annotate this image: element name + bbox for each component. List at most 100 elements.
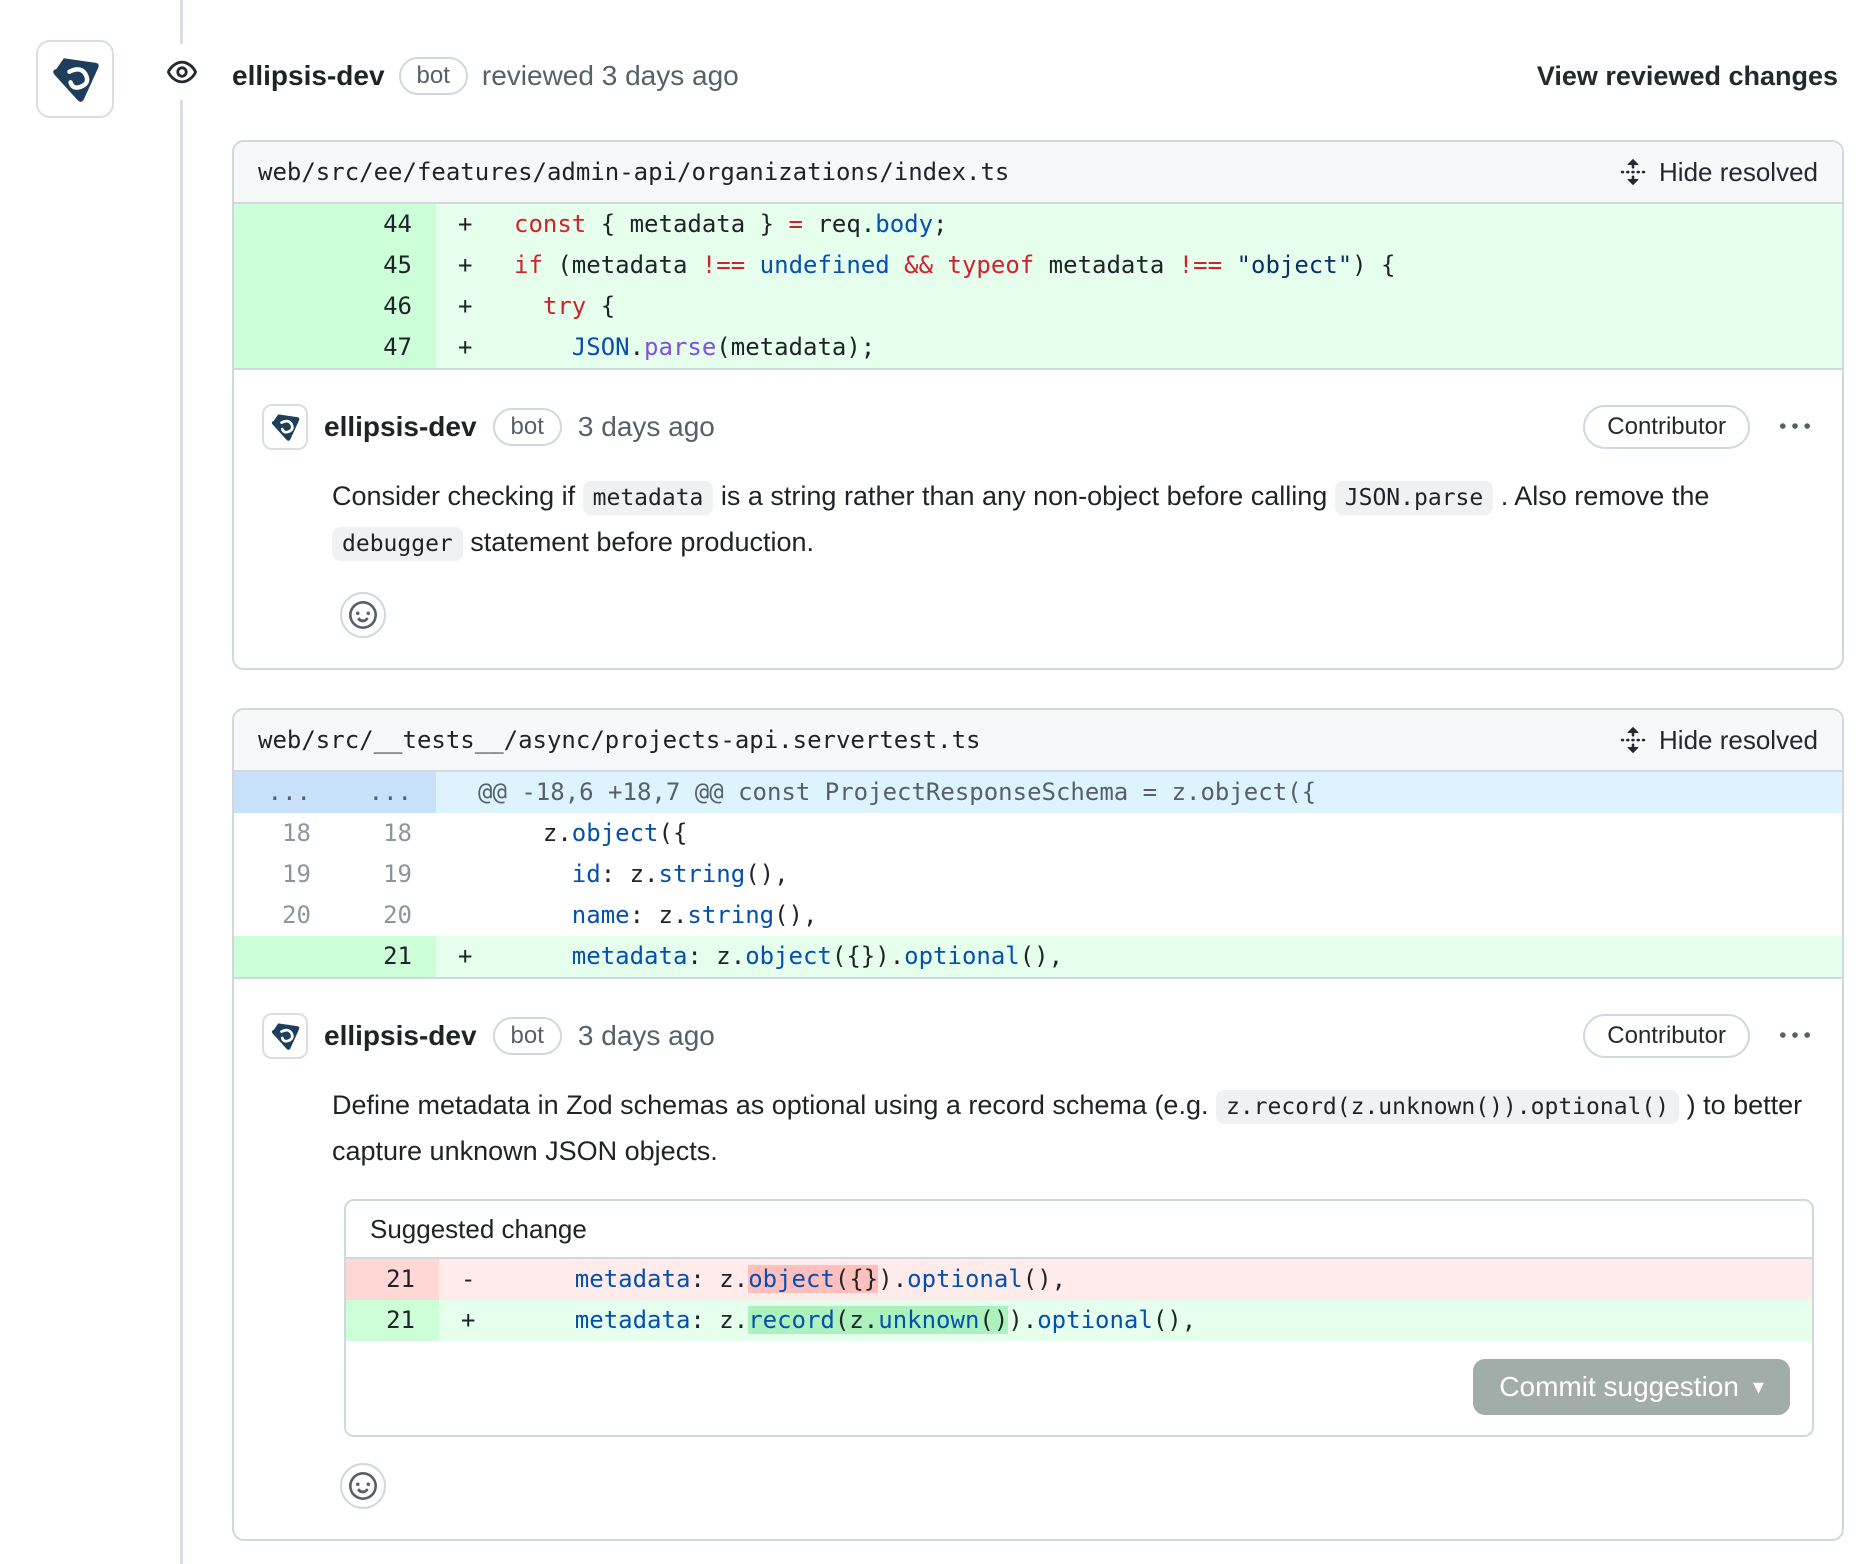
- code-line: id: z.string(),: [436, 854, 1842, 895]
- suggestion-footer: Commit suggestion ▾: [346, 1341, 1812, 1435]
- diff-row-add: 47+ JSON.parse(metadata);: [234, 327, 1842, 368]
- inline-code: metadata: [583, 481, 714, 515]
- line-number[interactable]: 18: [234, 813, 335, 854]
- diff-row-add: 21+ metadata: z.record(z.unknown()).opti…: [346, 1300, 1812, 1341]
- contributor-badge: Contributor: [1583, 405, 1750, 449]
- code-line: name: z.string(),: [436, 895, 1842, 936]
- review-threads: web/src/ee/features/admin-api/organizati…: [232, 140, 1844, 1541]
- text-run: is a string rather than any non-object b…: [713, 481, 1334, 511]
- comment-author-link[interactable]: ellipsis-dev: [324, 411, 477, 443]
- line-number[interactable]: ...: [234, 772, 335, 813]
- inline-code: z.record(z.unknown()).optional(): [1216, 1090, 1679, 1124]
- line-number[interactable]: ...: [335, 772, 436, 813]
- ellipsis-logo-icon: [268, 1019, 302, 1053]
- bot-badge: bot: [493, 408, 562, 446]
- line-number[interactable]: 20: [234, 895, 335, 936]
- code-line: + metadata: z.object({}).optional(),: [436, 936, 1842, 977]
- comment-avatar[interactable]: [262, 404, 308, 450]
- line-number[interactable]: 19: [234, 854, 335, 895]
- comment-body: Define metadata in Zod schemas as option…: [332, 1083, 1818, 1173]
- ellipsis-logo-icon: [268, 410, 302, 444]
- line-number[interactable]: [234, 327, 335, 368]
- text-run: Define metadata in Zod schemas as option…: [332, 1090, 1216, 1120]
- line-number[interactable]: [234, 936, 335, 977]
- line-number[interactable]: 46: [335, 286, 436, 327]
- comment-body: Consider checking if metadata is a strin…: [332, 474, 1818, 566]
- line-number[interactable]: 47: [335, 327, 436, 368]
- unfold-icon: [1619, 158, 1647, 186]
- commit-suggestion-label: Commit suggestion: [1499, 1371, 1739, 1403]
- comment-options-button[interactable]: [1776, 1021, 1814, 1051]
- file-path-link[interactable]: web/src/ee/features/admin-api/organizati…: [258, 158, 1009, 186]
- bot-badge: bot: [493, 1017, 562, 1055]
- timeline-line: [180, 0, 183, 1564]
- diff-row-hunk: ......@@ -18,6 +18,7 @@ const ProjectRes…: [234, 772, 1842, 813]
- line-number[interactable]: 19: [335, 854, 436, 895]
- review-comment: ellipsis-dev bot 3 days ago Contributor …: [234, 979, 1842, 1539]
- line-number[interactable]: 20: [335, 895, 436, 936]
- diff-row-ctx: 1919 id: z.string(),: [234, 854, 1842, 895]
- hide-resolved-button[interactable]: Hide resolved: [1619, 725, 1818, 756]
- hide-resolved-button[interactable]: Hide resolved: [1619, 157, 1818, 188]
- diff-row-add: 44+const { metadata } = req.body;: [234, 204, 1842, 245]
- kebab-horizontal-icon: [1780, 412, 1810, 442]
- comment-avatar[interactable]: [262, 1013, 308, 1059]
- hide-resolved-label: Hide resolved: [1659, 725, 1818, 756]
- text-run: statement before production.: [463, 527, 814, 557]
- line-number[interactable]: 44: [335, 204, 436, 245]
- kebab-horizontal-icon: [1780, 1021, 1810, 1051]
- smiley-icon: [349, 1472, 377, 1500]
- smiley-icon: [349, 601, 377, 629]
- review-action-text: reviewed 3 days ago: [482, 60, 739, 92]
- add-reaction-button[interactable]: [340, 592, 386, 638]
- text-run: Consider checking if: [332, 481, 583, 511]
- code-line: - metadata: z.object({}).optional(),: [439, 1259, 1812, 1300]
- line-number[interactable]: 21: [335, 936, 436, 977]
- eye-icon: [167, 57, 197, 87]
- suggested-change-block: Suggested change 21- metadata: z.object(…: [344, 1199, 1814, 1437]
- code-line: + JSON.parse(metadata);: [436, 327, 1842, 368]
- line-number[interactable]: [234, 286, 335, 327]
- code-line: z.object({: [436, 813, 1842, 854]
- line-number[interactable]: 18: [335, 813, 436, 854]
- file-path-link[interactable]: web/src/__tests__/async/projects-api.ser…: [258, 726, 980, 754]
- review-comment: ellipsis-dev bot 3 days ago Contributor …: [234, 370, 1842, 668]
- bot-badge: bot: [399, 57, 468, 95]
- comment-options-button[interactable]: [1776, 412, 1814, 442]
- diff-row-add: 45+if (metadata !== undefined && typeof …: [234, 245, 1842, 286]
- comment-header: ellipsis-dev bot 3 days ago Contributor: [262, 404, 1814, 450]
- diff-row-add: 46+ try {: [234, 286, 1842, 327]
- comment-timestamp-link[interactable]: 3 days ago: [578, 1020, 715, 1052]
- suggested-change-title: Suggested change: [346, 1201, 1812, 1259]
- comment-author-link[interactable]: ellipsis-dev: [324, 1020, 477, 1052]
- comment-timestamp-link[interactable]: 3 days ago: [578, 411, 715, 443]
- line-number[interactable]: 21: [346, 1259, 439, 1300]
- suggestion-diff: 21- metadata: z.object({}).optional(),21…: [346, 1259, 1812, 1341]
- file-header: web/src/__tests__/async/projects-api.ser…: [234, 710, 1842, 772]
- add-reaction-button[interactable]: [340, 1463, 386, 1509]
- line-number[interactable]: [234, 204, 335, 245]
- code-line: +const { metadata } = req.body;: [436, 204, 1842, 245]
- code-line: + try {: [436, 286, 1842, 327]
- ellipsis-logo-icon: [47, 51, 103, 107]
- diff-row-ctx: 1818 z.object({: [234, 813, 1842, 854]
- contributor-badge: Contributor: [1583, 1014, 1750, 1058]
- unfold-icon: [1619, 726, 1647, 754]
- view-reviewed-changes-link[interactable]: View reviewed changes: [1537, 61, 1838, 92]
- line-number[interactable]: 21: [346, 1300, 439, 1341]
- reviewer-name-link[interactable]: ellipsis-dev: [232, 60, 385, 92]
- diff-row-add: 21+ metadata: z.object({}).optional(),: [234, 936, 1842, 977]
- diff-row-del: 21- metadata: z.object({}).optional(),: [346, 1259, 1812, 1300]
- commit-suggestion-button[interactable]: Commit suggestion ▾: [1473, 1359, 1790, 1415]
- file-header: web/src/ee/features/admin-api/organizati…: [234, 142, 1842, 204]
- hide-resolved-label: Hide resolved: [1659, 157, 1818, 188]
- line-number[interactable]: 45: [335, 245, 436, 286]
- line-number[interactable]: [234, 245, 335, 286]
- chevron-down-icon: ▾: [1753, 1374, 1764, 1400]
- reviewer-avatar[interactable]: [36, 40, 114, 118]
- code-line: +if (metadata !== undefined && typeof me…: [436, 245, 1842, 286]
- inline-code: JSON.parse: [1335, 481, 1493, 515]
- diff-table: ......@@ -18,6 +18,7 @@ const ProjectRes…: [234, 772, 1842, 979]
- code-line: + metadata: z.record(z.unknown()).option…: [439, 1300, 1812, 1341]
- inline-code: debugger: [332, 527, 463, 561]
